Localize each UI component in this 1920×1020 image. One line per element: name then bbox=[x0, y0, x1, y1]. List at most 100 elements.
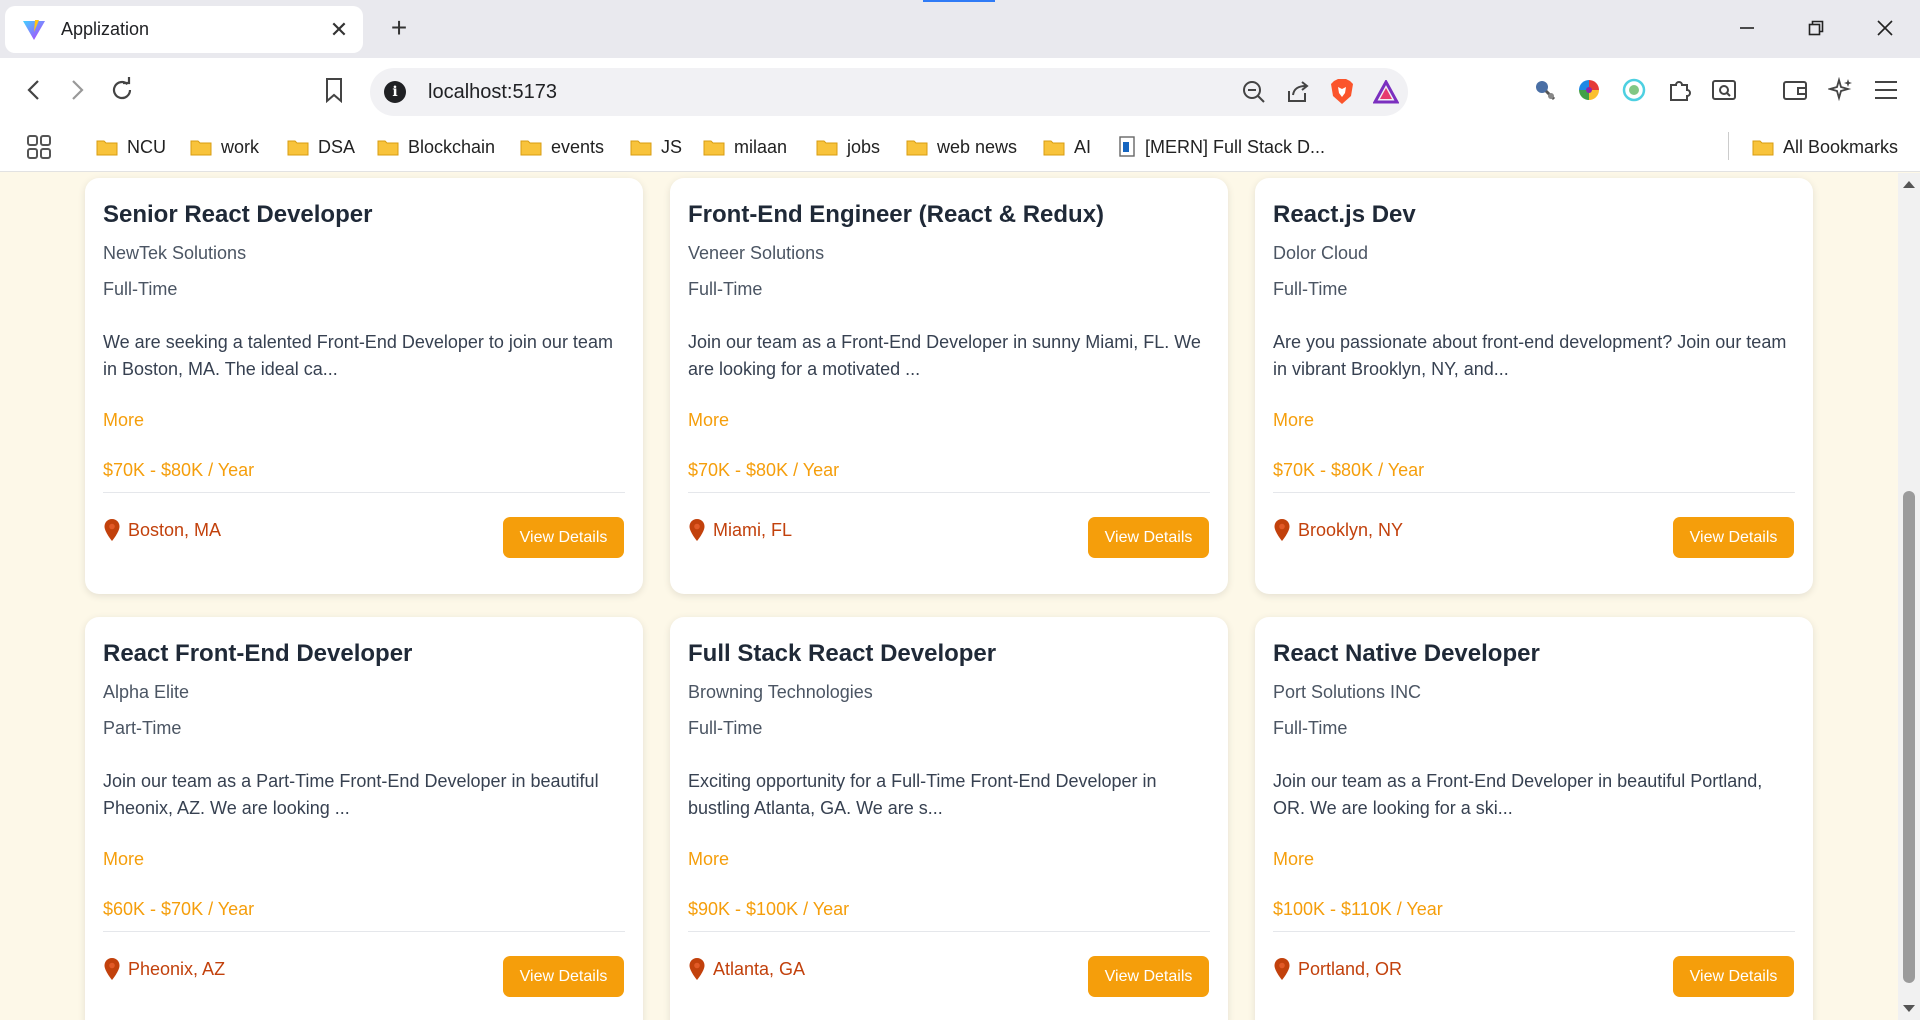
bookmark-label: work bbox=[221, 136, 260, 157]
extension-icon[interactable] bbox=[1523, 68, 1567, 112]
job-card: Senior React Developer NewTek Solutions Fu… bbox=[85, 178, 643, 594]
bookmark-folder-ncu[interactable]: NCU bbox=[96, 132, 166, 162]
more-link[interactable]: More bbox=[1273, 410, 1314, 431]
job-description: We are seeking a talented Front-End Deve… bbox=[103, 332, 613, 379]
card-divider bbox=[688, 931, 1210, 932]
job-title: React Front-End Developer bbox=[103, 640, 413, 667]
bookmarks-bar: NCU work DSA Blockchain events JS milaan jobs we… bbox=[0, 122, 1920, 172]
share-icon[interactable] bbox=[1276, 70, 1320, 114]
page-scrollbar[interactable] bbox=[1898, 173, 1920, 1020]
job-location: Atlanta, GA bbox=[688, 957, 805, 981]
all-bookmarks-label: All Bookmarks bbox=[1783, 136, 1899, 157]
vite-logo-icon bbox=[21, 17, 47, 43]
color-picker-extension-icon[interactable] bbox=[1567, 68, 1611, 112]
job-listings-page: Senior React Developer NewTek Solutions Fu… bbox=[0, 173, 1898, 1020]
brave-shields-icon[interactable] bbox=[1320, 70, 1364, 114]
bookmark-mern-fullstack[interactable]: [MERN] Full Stack D... bbox=[1118, 132, 1325, 162]
job-title: Full Stack React Developer bbox=[688, 640, 997, 667]
bookmark-folder-dsa[interactable]: DSA bbox=[287, 132, 355, 162]
location-text: Miami, FL bbox=[713, 519, 793, 540]
salary-text: $70K - $80K / Year bbox=[688, 460, 840, 480]
new-tab-button[interactable]: + bbox=[383, 12, 415, 44]
extensions-puzzle-icon[interactable] bbox=[1658, 68, 1702, 112]
scroll-down-arrow-icon[interactable] bbox=[1903, 1005, 1915, 1012]
view-details-button[interactable]: View Details bbox=[503, 956, 624, 997]
job-location: Boston, MA bbox=[103, 518, 221, 542]
view-details-button[interactable]: View Details bbox=[1673, 517, 1794, 558]
scrollbar-thumb[interactable] bbox=[1903, 491, 1915, 983]
folder-icon bbox=[96, 138, 118, 156]
more-link[interactable]: More bbox=[688, 410, 729, 431]
bookmark-label: AI bbox=[1074, 136, 1092, 157]
company-name: Port Solutions INC bbox=[1273, 682, 1422, 702]
wallet-icon[interactable] bbox=[1773, 68, 1817, 112]
more-link[interactable]: More bbox=[103, 849, 144, 870]
location-text: Brooklyn, NY bbox=[1298, 519, 1404, 540]
close-window-icon[interactable] bbox=[1862, 8, 1908, 48]
bookmark-folder-milaan[interactable]: milaan bbox=[703, 132, 787, 162]
bookmark-label: milaan bbox=[734, 136, 788, 157]
restore-window-icon[interactable] bbox=[1793, 8, 1839, 48]
more-link[interactable]: More bbox=[688, 849, 729, 870]
company-name: Browning Technologies bbox=[688, 682, 873, 702]
view-details-button[interactable]: View Details bbox=[1673, 956, 1794, 997]
bookmark-folder-jobs[interactable]: jobs bbox=[816, 132, 880, 162]
job-description: Join our team as a Part-Time Front-End D… bbox=[103, 771, 599, 818]
leo-ai-icon[interactable] bbox=[1819, 68, 1863, 112]
back-arrow-icon[interactable] bbox=[12, 68, 56, 112]
company-name: Veneer Solutions bbox=[688, 243, 825, 263]
folder-icon bbox=[287, 138, 309, 156]
bookmark-label: NCU bbox=[127, 136, 166, 157]
bookmark-folder-web-news[interactable]: web news bbox=[906, 132, 1017, 162]
job-card: Front-End Engineer (React & Redux) Veneer… bbox=[670, 178, 1228, 594]
site-info-icon[interactable]: i bbox=[384, 81, 406, 103]
minimize-window-icon[interactable] bbox=[1724, 8, 1770, 48]
more-link[interactable]: More bbox=[103, 410, 144, 431]
job-type: Full-Time bbox=[1273, 718, 1348, 738]
scroll-up-arrow-icon[interactable] bbox=[1903, 181, 1915, 188]
job-location: Brooklyn, NY bbox=[1273, 518, 1403, 542]
card-divider bbox=[688, 492, 1210, 493]
bookmark-folder-events[interactable]: events bbox=[520, 132, 604, 162]
folder-icon bbox=[906, 138, 928, 156]
more-link[interactable]: More bbox=[1273, 849, 1314, 870]
bookmark-label: web news bbox=[937, 136, 1018, 157]
bookmarks-separator bbox=[1728, 132, 1729, 160]
folder-icon bbox=[377, 138, 399, 156]
salary-text: $70K - $80K / Year bbox=[103, 460, 255, 480]
close-tab-icon[interactable]: ✕ bbox=[325, 16, 353, 44]
target-extension-icon[interactable] bbox=[1612, 68, 1656, 112]
folder-icon bbox=[190, 138, 212, 156]
job-description: Join our team as a Front-End Developer i… bbox=[1273, 771, 1763, 818]
view-details-button[interactable]: View Details bbox=[503, 517, 624, 558]
view-details-button[interactable]: View Details bbox=[1088, 517, 1209, 558]
address-bar[interactable]: i localhost:5173 bbox=[370, 68, 1408, 116]
browser-toolbar: i localhost:5173 bbox=[0, 58, 1920, 122]
view-details-button[interactable]: View Details bbox=[1088, 956, 1209, 997]
browser-tab[interactable]: Applization ✕ bbox=[5, 6, 363, 53]
bookmark-folder-ai[interactable]: AI bbox=[1043, 132, 1091, 162]
bookmark-label: Blockchain bbox=[408, 136, 496, 157]
folder-icon bbox=[630, 138, 652, 156]
apps-grid-icon[interactable] bbox=[26, 132, 52, 162]
menu-hamburger-icon[interactable] bbox=[1864, 68, 1908, 112]
bookmark-folder-js[interactable]: JS bbox=[630, 132, 682, 162]
bookmark-folder-blockchain[interactable]: Blockchain bbox=[377, 132, 495, 162]
map-pin-icon bbox=[688, 518, 706, 542]
all-bookmarks-button[interactable]: All Bookmarks bbox=[1752, 132, 1898, 162]
folder-icon bbox=[1752, 138, 1774, 156]
brave-rewards-icon[interactable] bbox=[1364, 70, 1408, 114]
url-text[interactable]: localhost:5173 bbox=[428, 81, 1232, 104]
reload-icon[interactable] bbox=[100, 68, 144, 112]
forward-arrow-icon[interactable] bbox=[55, 68, 99, 112]
folder-icon bbox=[1043, 138, 1065, 156]
map-pin-icon bbox=[688, 957, 706, 981]
bookmark-folder-work[interactable]: work bbox=[190, 132, 259, 162]
bookmark-label: JS bbox=[661, 136, 683, 157]
tab-strip: Applization ✕ + bbox=[0, 0, 1920, 58]
job-type: Part-Time bbox=[103, 718, 182, 738]
folder-icon bbox=[520, 138, 542, 156]
zoom-out-icon[interactable] bbox=[1232, 70, 1276, 114]
bookmark-icon[interactable] bbox=[312, 68, 356, 112]
reader-mode-icon[interactable] bbox=[1702, 68, 1746, 112]
